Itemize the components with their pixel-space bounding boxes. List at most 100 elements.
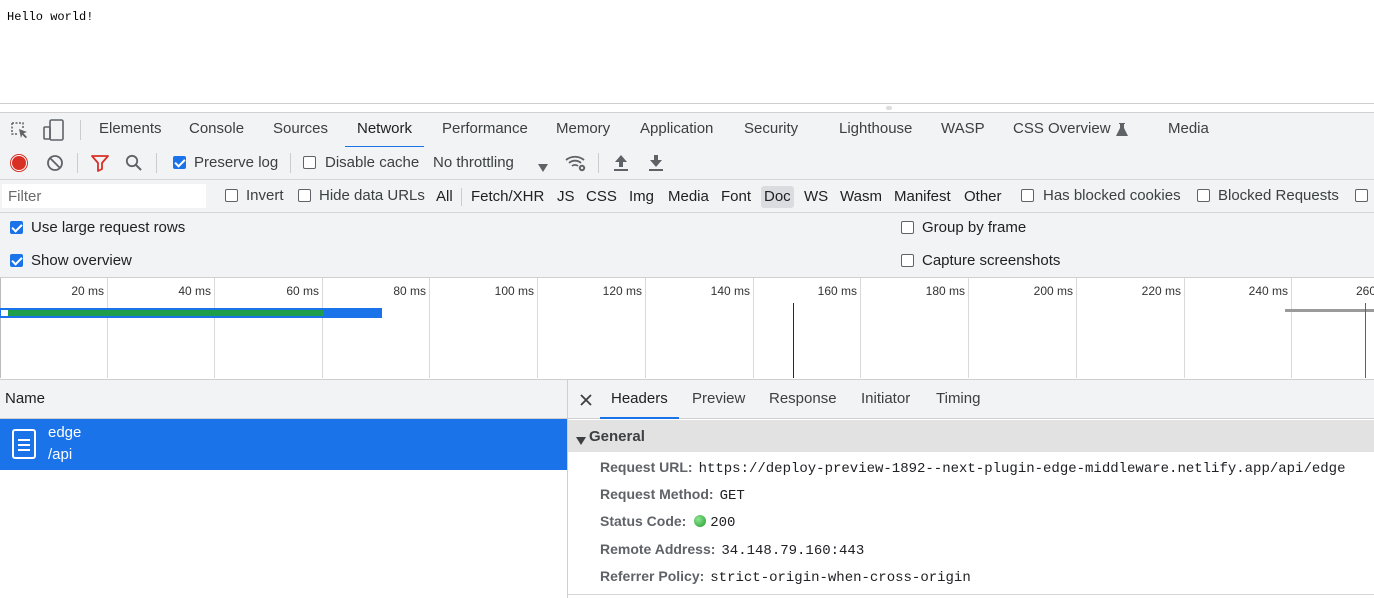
throttling-select[interactable]: No throttling (433, 147, 514, 179)
blocked-requests-checkbox[interactable] (1197, 189, 1210, 202)
tab-initiator[interactable]: Initiator (861, 380, 910, 418)
tab-media[interactable]: Media (1168, 113, 1209, 147)
preserve-log-checkbox[interactable] (173, 156, 186, 169)
tab-sources[interactable]: Sources (273, 113, 328, 147)
network-toolbar: Preserve log Disable cache No throttling (0, 147, 1374, 180)
tick-label: 220 ms (1141, 284, 1181, 298)
referrer-policy-key: Referrer Policy: (600, 568, 705, 584)
tab-preview[interactable]: Preview (692, 380, 745, 418)
inspect-element-icon[interactable] (10, 121, 30, 141)
tick-label: 100 ms (494, 284, 534, 298)
tab-response[interactable]: Response (769, 380, 837, 418)
section-divider (568, 594, 1374, 595)
requests-header: Name (0, 380, 567, 419)
group-by-frame-checkbox[interactable] (901, 221, 914, 234)
filter-type-manifest[interactable]: Manifest (891, 186, 954, 208)
tab-network[interactable]: Network (344, 113, 425, 148)
requests-pane: Name edge /api (0, 380, 568, 598)
referrer-policy-row: Referrer Policy: strict-origin-when-cross… (600, 568, 971, 586)
request-url-value: https://deploy-preview-1892--next-plugin… (698, 461, 1346, 477)
request-name: edge (48, 424, 82, 441)
network-conditions-icon[interactable] (565, 153, 587, 173)
tick-label: 20 ms (71, 284, 104, 298)
request-method-value: GET (719, 488, 745, 504)
filter-type-fetch-xhr[interactable]: Fetch/XHR (468, 186, 547, 208)
tab-timing[interactable]: Timing (936, 380, 980, 418)
hide-data-urls-checkbox[interactable] (298, 189, 311, 202)
chevron-down-icon[interactable] (538, 159, 548, 172)
tick-label: 260 (1356, 284, 1374, 298)
remote-address-key: Remote Address: (600, 541, 716, 557)
filter-type-doc[interactable]: Doc (761, 186, 794, 208)
capture-screenshots-label: Capture screenshots (922, 252, 1061, 269)
tab-performance[interactable]: Performance (442, 113, 528, 147)
show-overview-label: Show overview (31, 252, 132, 269)
tick-label: 140 ms (710, 284, 750, 298)
tick-label: 160 ms (817, 284, 857, 298)
hide-data-urls-label: Hide data URLs (319, 187, 425, 204)
name-column-header[interactable]: Name (5, 390, 45, 407)
filter-type-other[interactable]: Other (961, 186, 1005, 208)
third-party-checkbox[interactable] (1355, 189, 1368, 202)
section-title: General (589, 428, 645, 445)
tab-application[interactable]: Application (640, 113, 713, 147)
table-row[interactable]: edge /api (0, 419, 567, 470)
tab-elements[interactable]: Elements (99, 113, 162, 147)
import-har-icon[interactable] (613, 154, 629, 172)
tick-label: 40 ms (178, 284, 211, 298)
device-toolbar-icon[interactable] (42, 119, 66, 141)
tab-headers[interactable]: Headers (600, 380, 679, 419)
disable-cache-checkbox[interactable] (303, 156, 316, 169)
close-icon[interactable] (580, 393, 592, 406)
tab-css-overview[interactable]: CSS Overview (1013, 113, 1111, 147)
remote-address-row: Remote Address: 34.148.79.160:443 (600, 541, 864, 559)
tick-label: 60 ms (286, 284, 319, 298)
invert-checkbox[interactable] (225, 189, 238, 202)
request-url-row: Request URL: https://deploy-preview-1892-… (600, 459, 1345, 477)
filter-type-img[interactable]: Img (626, 186, 657, 208)
network-overview[interactable]: 20 ms 40 ms 60 ms 80 ms 100 ms 120 ms 14… (0, 278, 1374, 380)
clear-icon[interactable] (46, 154, 64, 172)
blocked-requests-label: Blocked Requests (1218, 187, 1339, 204)
triangle-down-icon (576, 432, 586, 445)
filter-bar: Invert Hide data URLs All Fetch/XHR JS C… (0, 180, 1374, 213)
use-large-rows-label: Use large request rows (31, 219, 186, 236)
filter-type-css[interactable]: CSS (583, 186, 620, 208)
load-event-line (1365, 303, 1366, 378)
resize-handle[interactable] (886, 106, 892, 110)
export-har-icon[interactable] (648, 154, 664, 172)
use-large-rows-checkbox[interactable] (10, 221, 23, 234)
flask-icon (1116, 123, 1128, 137)
filter-type-js[interactable]: JS (554, 186, 578, 208)
filter-type-font[interactable]: Font (718, 186, 754, 208)
overview-gray-bar (1285, 309, 1374, 312)
status-code-value: 200 (710, 515, 736, 531)
tab-console[interactable]: Console (189, 113, 244, 147)
tab-security[interactable]: Security (744, 113, 798, 147)
filter-type-wasm[interactable]: Wasm (837, 186, 885, 208)
filter-input[interactable] (2, 184, 206, 208)
record-icon[interactable] (10, 154, 28, 172)
tab-lighthouse[interactable]: Lighthouse (839, 113, 912, 147)
overview-waiting-bar (8, 310, 324, 316)
tab-wasp[interactable]: WASP (941, 113, 985, 147)
filter-type-ws[interactable]: WS (801, 186, 831, 208)
details-tabbar: Headers Preview Response Initiator Timin… (568, 380, 1374, 419)
filter-type-all[interactable]: All (433, 186, 456, 208)
status-code-row: Status Code: 200 (600, 513, 735, 531)
show-overview-checkbox[interactable] (10, 254, 23, 267)
network-settings: Use large request rows Show overview Gro… (0, 213, 1374, 278)
document-icon (12, 429, 36, 459)
remote-address-value: 34.148.79.160:443 (721, 543, 865, 559)
has-blocked-cookies-checkbox[interactable] (1021, 189, 1034, 202)
filter-icon[interactable] (90, 154, 110, 172)
tick-label: 120 ms (602, 284, 642, 298)
devtools-divider[interactable] (0, 103, 1374, 104)
capture-screenshots-checkbox[interactable] (901, 254, 914, 267)
general-section-header[interactable]: General (568, 420, 1374, 452)
tab-memory[interactable]: Memory (556, 113, 610, 147)
search-icon[interactable] (125, 154, 143, 172)
status-code-key: Status Code: (600, 513, 687, 529)
overview-queue-bar (1, 310, 8, 316)
filter-type-media[interactable]: Media (665, 186, 712, 208)
